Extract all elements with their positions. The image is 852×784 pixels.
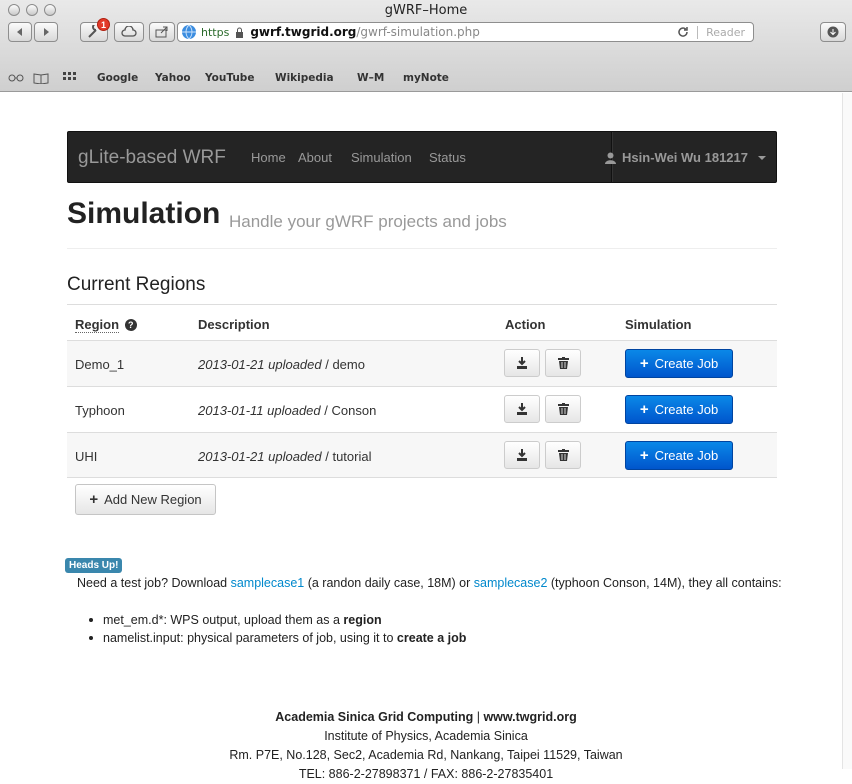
list-item: met_em.d*: WPS output, upload them as a … [77, 611, 466, 629]
samplecase2-link[interactable]: samplecase2 [474, 576, 548, 590]
top-navbar: gLite-based WRF Home About Simulation St… [67, 131, 777, 183]
top-sites-grid-icon[interactable] [63, 72, 76, 84]
table-header: Region ? Description Action Simulation [67, 304, 777, 340]
footer-line-4: TEL: 886-2-27898371 / FAX: 886-2-2783540… [298, 767, 554, 781]
download-region-button[interactable] [504, 349, 540, 377]
add-new-region-button[interactable]: + Add New Region [75, 484, 216, 515]
cloud-icon [121, 26, 137, 37]
download-icon [517, 403, 527, 415]
samplecase1-link[interactable]: samplecase1 [231, 576, 305, 590]
bookmark-google[interactable]: Google [97, 72, 138, 84]
trash-icon [557, 449, 569, 461]
col-description: Description [198, 317, 270, 332]
user-name: Hsin-Wei Wu 181217 [622, 150, 748, 165]
caret-down-icon [758, 155, 766, 160]
delete-region-button[interactable] [545, 349, 581, 377]
plus-icon: + [639, 447, 649, 464]
title-bar: gWRF–Home [0, 0, 852, 20]
footer-line-2: Institute of Physics, Academia Sinica [324, 729, 528, 743]
forward-button[interactable] [34, 22, 58, 42]
nav-home[interactable]: Home [251, 150, 286, 165]
regions-heading: Current Regions [67, 274, 206, 295]
bookmarks-bar: Google Yahoo YouTube Wikipedia W–M myNot… [0, 66, 852, 90]
trash-icon [557, 357, 569, 369]
plus-icon: + [639, 401, 649, 418]
back-button[interactable] [8, 22, 32, 42]
trash-icon [557, 403, 569, 415]
download-icon [517, 449, 527, 461]
download-icon [517, 357, 527, 369]
bookmarks-book-icon[interactable] [33, 72, 49, 84]
footer-line-1: Academia Sinica Grid Computing | www.twg… [275, 710, 577, 724]
share-icon [155, 26, 168, 38]
notification-badge: 1 [97, 18, 110, 31]
create-job-button[interactable]: + Create Job [625, 441, 733, 470]
regions-table: Region ? Description Action Simulation D… [67, 304, 777, 478]
window-title: gWRF–Home [384, 3, 468, 18]
url-host: gwrf.twgrid.org [250, 25, 357, 39]
bookmark-wikipedia[interactable]: Wikipedia [275, 72, 334, 84]
browser-chrome: gWRF–Home 1 https gwrf.twgrid.org /gwrf-… [0, 0, 852, 92]
downloads-button[interactable] [820, 22, 846, 42]
lock-icon [236, 27, 244, 38]
list-item: namelist.input: physical parameters of j… [77, 629, 466, 647]
table-row: UHI 2013-01-21 uploaded / tutorial + Cre… [67, 432, 777, 478]
download-icon [827, 26, 839, 38]
icloud-button[interactable] [114, 22, 144, 42]
user-icon [605, 152, 617, 164]
heads-up-badge: Heads Up! [65, 558, 123, 573]
page-footer: Academia Sinica Grid Computing | www.twg… [0, 708, 852, 784]
col-region: Region ? [75, 317, 137, 333]
create-job-button[interactable]: + Create Job [625, 349, 733, 378]
region-name: UHI [75, 449, 98, 464]
region-description: 2013-01-11 uploaded / Conson [198, 403, 377, 418]
page-content: gLite-based WRF Home About Simulation St… [0, 93, 852, 781]
plus-icon: + [639, 355, 649, 372]
reading-list-icon[interactable] [8, 73, 24, 83]
share-button[interactable] [149, 22, 175, 42]
page-header: Simulation Handle your gWRF projects and… [67, 193, 777, 249]
col-action: Action [505, 317, 546, 332]
reader-button[interactable]: Reader [697, 25, 753, 39]
table-row: Typhoon 2013-01-11 uploaded / Conson + C… [67, 386, 777, 432]
footer-line-3: Rm. P7E, No.128, Sec2, Academia Rd, Nank… [229, 748, 623, 762]
heads-up-list: met_em.d*: WPS output, upload them as a … [77, 611, 466, 647]
create-job-button[interactable]: + Create Job [625, 395, 733, 424]
back-arrow-icon [17, 28, 22, 36]
page-subtitle: Handle your gWRF projects and jobs [229, 212, 507, 231]
https-label: https [201, 25, 230, 39]
delete-region-button[interactable] [545, 441, 581, 469]
brand-link[interactable]: gLite-based WRF [78, 147, 226, 169]
question-circle-icon[interactable]: ? [124, 319, 137, 331]
bookmark-youtube[interactable]: YouTube [205, 72, 254, 84]
bookmark-mynote[interactable]: myNote [403, 72, 449, 84]
delete-region-button[interactable] [545, 395, 581, 423]
bookmark-yahoo[interactable]: Yahoo [155, 72, 191, 84]
nav-simulation[interactable]: Simulation [351, 150, 412, 165]
nav-status[interactable]: Status [429, 150, 466, 165]
download-region-button[interactable] [504, 395, 540, 423]
region-name: Demo_1 [75, 357, 125, 372]
url-path: /gwrf-simulation.php [356, 25, 480, 39]
reload-icon[interactable] [677, 26, 689, 38]
heads-up-text: Need a test job? Download samplecase1 (a… [77, 576, 782, 590]
bookmark-w-m[interactable]: W–M [357, 72, 384, 84]
region-description: 2013-01-21 uploaded / tutorial [198, 449, 372, 464]
page-title: Simulation [67, 197, 221, 230]
forward-arrow-icon [44, 28, 49, 36]
address-bar[interactable]: https gwrf.twgrid.org /gwrf-simulation.p… [177, 22, 754, 42]
download-region-button[interactable] [504, 441, 540, 469]
globe-icon [182, 24, 196, 40]
user-menu[interactable]: Hsin-Wei Wu 181217 [605, 150, 766, 165]
col-simulation: Simulation [625, 317, 692, 332]
table-row: Demo_1 2013-01-21 uploaded / demo + Crea… [67, 340, 777, 386]
window-right-edge [842, 93, 852, 769]
region-description: 2013-01-21 uploaded / demo [198, 357, 365, 372]
nav-about[interactable]: About [298, 150, 332, 165]
region-name: Typhoon [75, 403, 125, 418]
plus-icon: + [89, 491, 99, 508]
